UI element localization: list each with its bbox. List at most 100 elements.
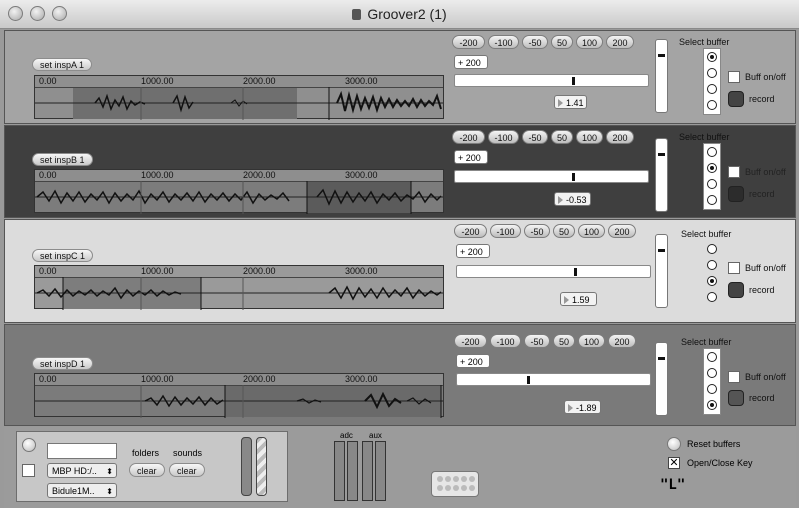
buffer-radio-2[interactable] xyxy=(707,368,717,378)
clear-sounds-button[interactable]: clear xyxy=(169,463,205,477)
buffer-radio-1[interactable] xyxy=(707,352,717,362)
record-button[interactable] xyxy=(728,186,744,202)
nudge-50-button[interactable]: 50 xyxy=(551,35,573,49)
toggle-checkbox[interactable] xyxy=(22,464,35,477)
volume-slider[interactable] xyxy=(655,138,668,212)
nudge-100-button[interactable]: 100 xyxy=(576,130,603,144)
open-close-key-label: Open/Close Key xyxy=(687,458,753,468)
speed-number-box[interactable]: -1.89 xyxy=(564,400,601,414)
buffer-radio-4[interactable] xyxy=(707,100,717,110)
nudge-minus-200-button[interactable]: -200 xyxy=(452,130,485,144)
panel-insp-c: set inspC 1 0.00 1000.00 2000.00 3000.00… xyxy=(4,219,796,323)
buff-toggle-checkbox[interactable] xyxy=(728,166,740,178)
nudge-50-button[interactable]: 50 xyxy=(551,130,573,144)
waveform-b-graphic xyxy=(35,181,443,214)
set-insp-b-button[interactable]: set inspB 1 xyxy=(32,153,93,166)
buffer-radio-1[interactable] xyxy=(707,147,717,157)
slider-knob[interactable] xyxy=(527,376,530,384)
increment-number-box[interactable]: + 200 xyxy=(454,150,488,164)
buffer-radio-4[interactable] xyxy=(707,195,717,205)
buffer-radio-2[interactable] xyxy=(707,163,717,173)
position-slider[interactable] xyxy=(456,373,651,386)
slider-knob[interactable] xyxy=(572,77,575,85)
buffer-radio-1[interactable] xyxy=(707,52,717,62)
volume-knob[interactable] xyxy=(658,153,665,156)
increment-number-box[interactable]: + 200 xyxy=(456,354,490,368)
nudge-minus-200-button[interactable]: -200 xyxy=(454,334,487,348)
nudge-minus-100-button[interactable]: -100 xyxy=(488,130,519,144)
nudge-minus-50-button[interactable]: -50 xyxy=(524,224,550,238)
set-insp-c-button[interactable]: set inspC 1 xyxy=(32,249,94,262)
volume-knob[interactable] xyxy=(658,249,665,252)
waveform-a[interactable]: 0.00 1000.00 2000.00 3000.00 xyxy=(34,75,444,120)
record-label: record xyxy=(749,285,775,295)
speed-number-box[interactable]: -0.53 xyxy=(554,192,591,206)
buff-toggle-checkbox[interactable] xyxy=(728,371,740,383)
bang-button[interactable] xyxy=(22,438,36,452)
nudge-50-button[interactable]: 50 xyxy=(553,224,575,238)
buff-toggle-label: Buff on/off xyxy=(745,372,786,382)
buffer-radio-3[interactable] xyxy=(707,84,717,94)
record-button[interactable] xyxy=(728,390,744,406)
drive-select[interactable]: MBP HD:/.. ⬍ xyxy=(47,463,117,478)
open-close-key-checkbox[interactable]: ✕ xyxy=(668,457,680,469)
nudge-100-button[interactable]: 100 xyxy=(578,224,605,238)
clear-folders-button[interactable]: clear xyxy=(129,463,165,477)
nudge-200-button[interactable]: 200 xyxy=(608,334,636,348)
reset-buffers-button[interactable] xyxy=(667,437,681,451)
buffer-radio-3[interactable] xyxy=(707,179,717,189)
nudge-100-button[interactable]: 100 xyxy=(578,334,605,348)
nudge-50-button[interactable]: 50 xyxy=(553,334,575,348)
slider-knob[interactable] xyxy=(572,173,575,181)
increment-number-box[interactable]: + 200 xyxy=(456,244,490,258)
buff-toggle-checkbox[interactable] xyxy=(728,71,740,83)
volume-slider[interactable] xyxy=(655,342,668,416)
nudge-200-button[interactable]: 200 xyxy=(608,224,636,238)
position-slider[interactable] xyxy=(454,74,649,87)
waveform-d-graphic xyxy=(35,385,443,418)
buffer-radio-1[interactable] xyxy=(707,244,717,254)
slider-knob[interactable] xyxy=(574,268,577,276)
buffer-radio-4[interactable] xyxy=(707,292,717,302)
increment-number-box[interactable]: + 200 xyxy=(454,55,488,69)
bidule-select[interactable]: Bidule1M.. ⬍ xyxy=(47,483,117,498)
nudge-100-button[interactable]: 100 xyxy=(576,35,603,49)
buffer-radio-3[interactable] xyxy=(707,276,717,286)
nudge-minus-100-button[interactable]: -100 xyxy=(488,35,519,49)
nudge-minus-200-button[interactable]: -200 xyxy=(452,35,485,49)
volume-slider[interactable] xyxy=(655,39,668,113)
matrix-grid-button[interactable] xyxy=(431,471,479,497)
nudge-minus-200-button[interactable]: -200 xyxy=(454,224,487,238)
updown-arrows-icon: ⬍ xyxy=(106,467,113,476)
position-slider[interactable] xyxy=(456,265,651,278)
nudge-minus-50-button[interactable]: -50 xyxy=(522,35,548,49)
volume-slider[interactable] xyxy=(655,234,668,308)
nudge-minus-100-button[interactable]: -100 xyxy=(490,224,521,238)
set-insp-d-button[interactable]: set inspD 1 xyxy=(32,357,94,370)
record-button[interactable] xyxy=(728,91,744,107)
buff-toggle-checkbox[interactable] xyxy=(728,262,740,274)
record-label: record xyxy=(749,393,775,403)
speed-number-box[interactable]: 1.41 xyxy=(554,95,587,109)
buffer-radio-4[interactable] xyxy=(707,400,717,410)
buffer-radio-2[interactable] xyxy=(707,260,717,270)
nudge-minus-100-button[interactable]: -100 xyxy=(490,334,521,348)
buffer-radio-2[interactable] xyxy=(707,68,717,78)
nudge-minus-50-button[interactable]: -50 xyxy=(522,130,548,144)
nudge-200-button[interactable]: 200 xyxy=(606,35,634,49)
volume-knob[interactable] xyxy=(658,54,665,57)
waveform-d[interactable]: 0.00 1000.00 2000.00 3000.00 xyxy=(34,373,444,418)
position-slider[interactable] xyxy=(454,170,649,183)
waveform-c[interactable]: 0.00 1000.00 2000.00 3000.00 xyxy=(34,265,444,310)
waveform-b[interactable]: 0.00 1000.00 2000.00 3000.00 xyxy=(34,169,444,214)
buffer-radio-3[interactable] xyxy=(707,384,717,394)
speed-number-box[interactable]: 1.59 xyxy=(560,292,597,306)
title-bar: Groover2 (1) xyxy=(0,0,799,29)
set-insp-a-button[interactable]: set inspA 1 xyxy=(32,58,93,71)
nudge-minus-50-button[interactable]: -50 xyxy=(524,334,550,348)
record-button[interactable] xyxy=(728,282,744,298)
buffer-radio-group xyxy=(703,48,721,115)
volume-knob[interactable] xyxy=(658,357,665,360)
nudge-200-button[interactable]: 200 xyxy=(606,130,634,144)
filename-field[interactable] xyxy=(47,443,117,459)
